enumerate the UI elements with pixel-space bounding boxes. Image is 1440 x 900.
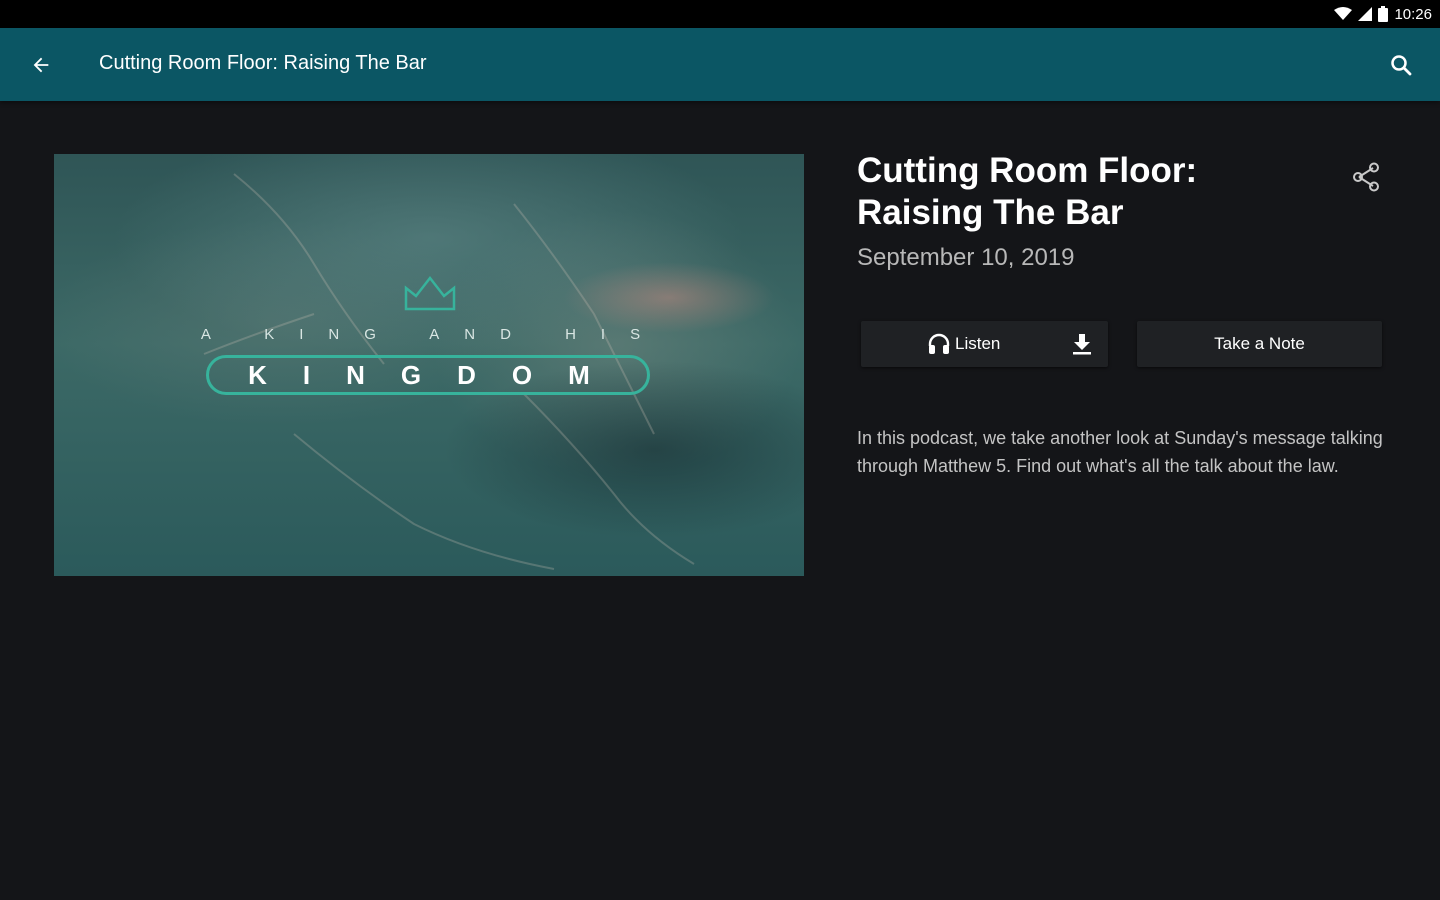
take-a-note-button[interactable]: Take a Note <box>1137 321 1382 367</box>
listen-label: Listen <box>955 334 1001 353</box>
episode-title: Cutting Room Floor: Raising The Bar <box>857 151 1198 232</box>
headphones-icon <box>928 333 950 354</box>
share-icon <box>1353 162 1379 192</box>
battery-icon <box>1378 6 1389 22</box>
episode-description: In this podcast, we take another look at… <box>857 428 1383 476</box>
crown-icon <box>404 275 456 311</box>
download-button[interactable] <box>1068 330 1096 358</box>
wifi-icon <box>1334 7 1353 20</box>
app-bar-title: Cutting Room Floor: Raising The Bar <box>99 52 427 74</box>
back-button[interactable] <box>20 44 62 86</box>
cellular-icon <box>1358 7 1373 21</box>
listen-inner[interactable]: Listen <box>927 321 1000 367</box>
listen-button[interactable]: Listen <box>861 321 1108 367</box>
episode-date: September 10, 2019 <box>857 244 1075 271</box>
artwork-subtitle: A KING AND HIS <box>200 326 666 343</box>
episode-artwork: A KING AND HIS KINGDOM <box>54 154 804 576</box>
take-a-note-label: Take a Note <box>1214 334 1305 353</box>
search-button[interactable] <box>1380 44 1422 86</box>
status-time: 10:26 <box>1394 5 1432 23</box>
arrow-left-icon <box>33 57 49 73</box>
download-icon <box>1073 334 1091 355</box>
artwork-title: KINGDOM <box>248 360 626 390</box>
status-bar: 10:26 <box>0 0 1440 28</box>
status-icons: 10:26 <box>1334 4 1432 24</box>
app-bar: Cutting Room Floor: Raising The Bar <box>0 28 1440 101</box>
share-button[interactable] <box>1344 155 1388 199</box>
search-icon <box>1391 55 1412 76</box>
